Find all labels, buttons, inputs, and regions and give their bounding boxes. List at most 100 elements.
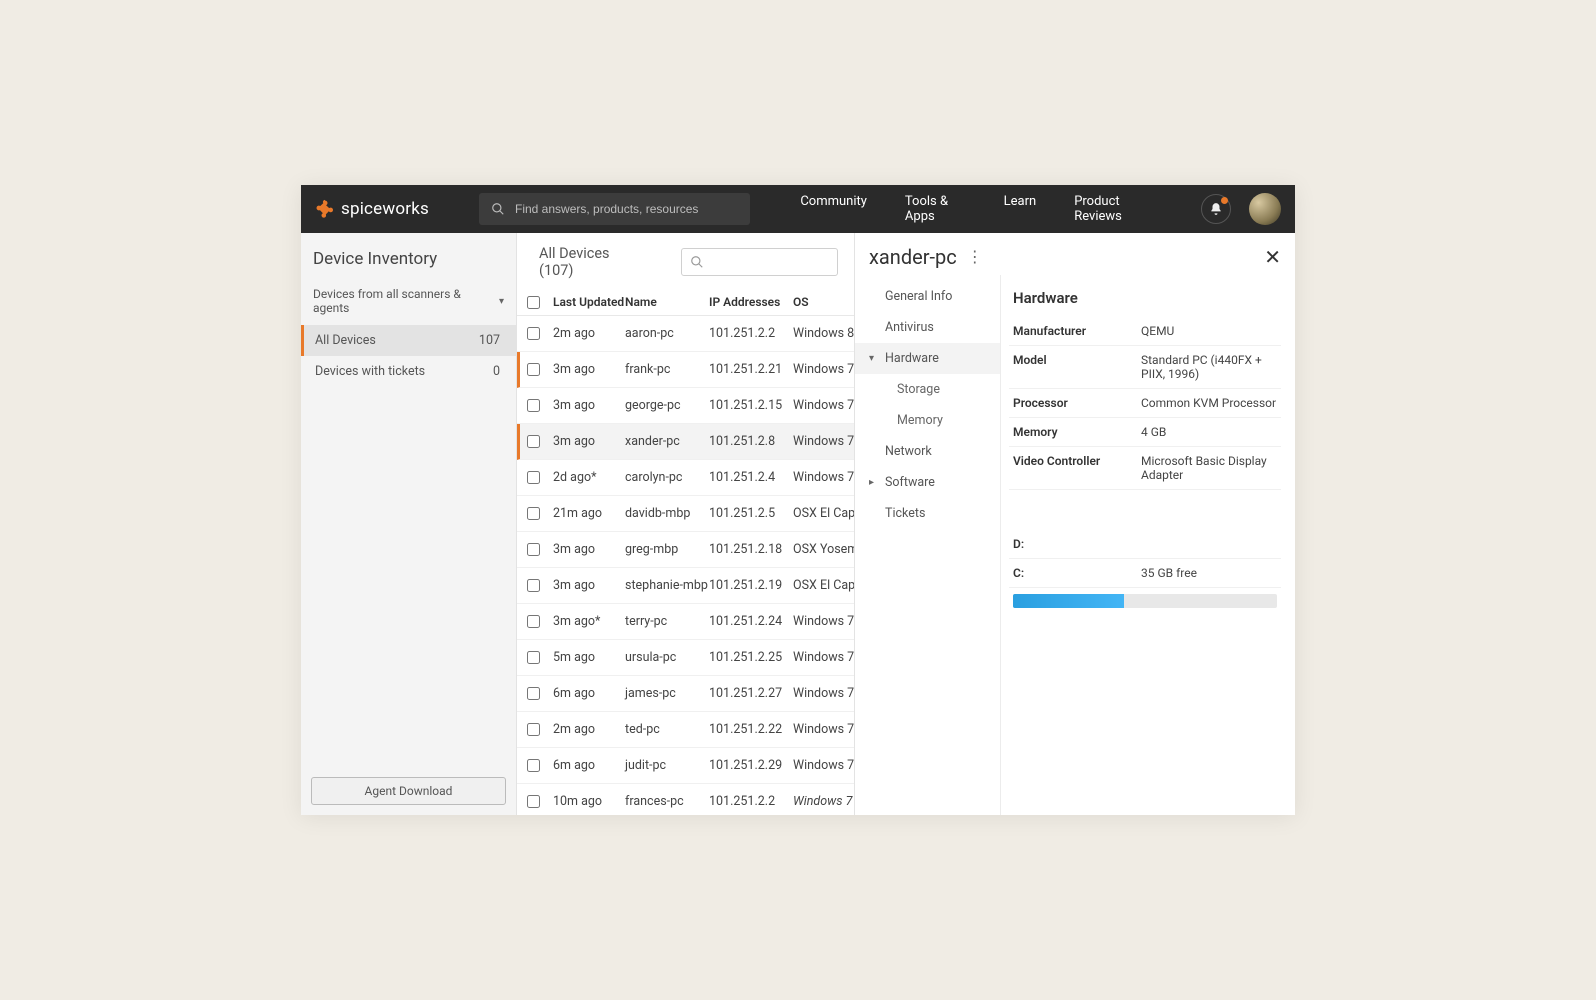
table-row[interactable]: 3m agoxander-pc101.251.2.8Windows 7 Pr	[517, 424, 854, 460]
nav-community[interactable]: Community	[800, 194, 867, 224]
table-row[interactable]: 5m agoursula-pc101.251.2.25Windows 7 Pr	[517, 640, 854, 676]
table-row[interactable]: 3m agostephanie-mbp101.251.2.19OSX El Ca…	[517, 568, 854, 604]
row-checkbox[interactable]	[527, 399, 540, 412]
detail-nav-item[interactable]: Network	[855, 436, 1000, 467]
row-checkbox[interactable]	[527, 471, 540, 484]
close-icon[interactable]: ✕	[1264, 247, 1281, 267]
storage-progress	[1013, 594, 1277, 608]
agent-download-button[interactable]: Agent Download	[311, 777, 506, 805]
row-checkbox[interactable]	[527, 363, 540, 376]
cell-os: OSX Yosemite	[793, 542, 854, 557]
global-search-input[interactable]	[515, 202, 738, 216]
table-row[interactable]: 2d ago*carolyn-pc101.251.2.4Windows 7 Pr	[517, 460, 854, 496]
table-row[interactable]: 3m agogeorge-pc101.251.2.15Windows 7 Pr	[517, 388, 854, 424]
col-os[interactable]: OS	[793, 295, 854, 309]
cell-name: stephanie-mbp	[625, 578, 709, 593]
row-checkbox[interactable]	[527, 651, 540, 664]
nav-tools-apps[interactable]: Tools & Apps	[905, 194, 966, 224]
table-row[interactable]: 10m agofrances-pc101.251.2.2Windows 7 Pr	[517, 784, 854, 815]
table-rows: 2m agoaaron-pc101.251.2.2Windows 8 Pr3m …	[517, 316, 854, 815]
detail-nav-item[interactable]: ▸Software	[855, 467, 1000, 498]
cell-last-updated: 6m ago	[553, 686, 625, 701]
cell-name: carolyn-pc	[625, 470, 709, 485]
sidebar-item-all-devices[interactable]: All Devices 107	[301, 325, 516, 356]
drive-row: D:	[1009, 530, 1281, 559]
cell-os: OSX El Capita	[793, 506, 854, 521]
table-search[interactable]	[681, 248, 838, 276]
chevron-icon: ▾	[869, 353, 874, 364]
row-checkbox[interactable]	[527, 435, 540, 448]
table-row[interactable]: 21m agodavidb-mbp101.251.2.5OSX El Capit…	[517, 496, 854, 532]
row-checkbox[interactable]	[527, 723, 540, 736]
row-checkbox[interactable]	[527, 507, 540, 520]
logo-icon	[315, 199, 335, 219]
cell-os: Windows 8 Pr	[793, 326, 854, 341]
app-frame: spiceworks Community Tools & Apps Learn …	[301, 185, 1295, 815]
table-row[interactable]: 3m ago*terry-pc101.251.2.24Windows 7 U	[517, 604, 854, 640]
notifications-button[interactable]	[1201, 194, 1231, 224]
cell-ip: 101.251.2.25	[709, 650, 793, 665]
kebab-icon[interactable]: ⋮	[967, 249, 983, 265]
logo[interactable]: spiceworks	[315, 199, 429, 219]
detail-nav-item[interactable]: General Info	[855, 281, 1000, 312]
detail-nav-item[interactable]: Memory	[855, 405, 1000, 436]
kv-key: Video Controller	[1013, 454, 1141, 482]
avatar[interactable]	[1249, 193, 1281, 225]
sidebar-item-count: 107	[479, 333, 500, 348]
cell-last-updated: 3m ago	[553, 542, 625, 557]
table-row[interactable]: 3m agofrank-pc101.251.2.21Windows 7 Pr	[517, 352, 854, 388]
nav-product-reviews[interactable]: Product Reviews	[1074, 194, 1151, 224]
cell-last-updated: 3m ago*	[553, 614, 625, 629]
cell-last-updated: 6m ago	[553, 758, 625, 773]
cell-name: judit-pc	[625, 758, 709, 773]
cell-ip: 101.251.2.22	[709, 722, 793, 737]
cell-os: Windows 7 Pr	[793, 794, 854, 809]
detail-nav-item[interactable]: ▾Hardware	[855, 343, 1000, 374]
cell-last-updated: 2d ago*	[553, 470, 625, 485]
table-row[interactable]: 3m agogreg-mbp101.251.2.18OSX Yosemite	[517, 532, 854, 568]
cell-os: Windows 7 Pr	[793, 758, 854, 773]
table-row[interactable]: 6m agojudit-pc101.251.2.29Windows 7 Pr	[517, 748, 854, 784]
detail-content: Hardware ManufacturerQEMUModelStandard P…	[1001, 275, 1295, 815]
sidebar: Device Inventory Devices from all scanne…	[301, 233, 517, 815]
kv-val: Microsoft Basic Display Adapter	[1141, 454, 1277, 482]
col-last-updated[interactable]: Last Updated	[553, 295, 625, 309]
col-ip[interactable]: IP Addresses	[709, 295, 793, 309]
cell-last-updated: 2m ago	[553, 722, 625, 737]
global-search[interactable]	[479, 193, 750, 225]
cell-os: Windows 7 U	[793, 614, 854, 629]
nav-learn[interactable]: Learn	[1004, 194, 1037, 224]
cell-last-updated: 10m ago	[553, 794, 625, 809]
detail-nav-item[interactable]: Storage	[855, 374, 1000, 405]
row-checkbox[interactable]	[527, 759, 540, 772]
topbar: spiceworks Community Tools & Apps Learn …	[301, 185, 1295, 233]
col-name[interactable]: Name	[625, 295, 709, 309]
top-right	[1201, 193, 1281, 225]
cell-name: ted-pc	[625, 722, 709, 737]
scanner-filter[interactable]: Devices from all scanners & agents ▾	[301, 279, 516, 325]
detail-nav-label: Network	[885, 444, 932, 459]
kv-key: Processor	[1013, 396, 1141, 410]
sidebar-item-count: 0	[493, 364, 500, 379]
row-checkbox[interactable]	[527, 327, 540, 340]
detail-nav-item[interactable]: Tickets	[855, 498, 1000, 529]
table-row[interactable]: 2m agoaaron-pc101.251.2.2Windows 8 Pr	[517, 316, 854, 352]
sidebar-item-devices-tickets[interactable]: Devices with tickets 0	[301, 356, 516, 387]
table-row[interactable]: 6m agojames-pc101.251.2.27Windows 7 Pr	[517, 676, 854, 712]
table-row[interactable]: 2m agoted-pc101.251.2.22Windows 7 Pr	[517, 712, 854, 748]
row-checkbox[interactable]	[527, 579, 540, 592]
kv-row: ProcessorCommon KVM Processor	[1009, 389, 1281, 418]
row-checkbox[interactable]	[527, 687, 540, 700]
row-checkbox[interactable]	[527, 543, 540, 556]
search-icon	[491, 202, 505, 216]
storage-progress-fill	[1013, 594, 1124, 608]
cell-os: Windows 7 Pr	[793, 686, 854, 701]
row-checkbox[interactable]	[527, 795, 540, 808]
cell-os: OSX El Capita	[793, 578, 854, 593]
select-all-checkbox[interactable]	[527, 296, 540, 309]
cell-name: xander-pc	[625, 434, 709, 449]
cell-name: terry-pc	[625, 614, 709, 629]
detail-nav-label: Tickets	[885, 506, 925, 521]
row-checkbox[interactable]	[527, 615, 540, 628]
detail-nav-item[interactable]: Antivirus	[855, 312, 1000, 343]
